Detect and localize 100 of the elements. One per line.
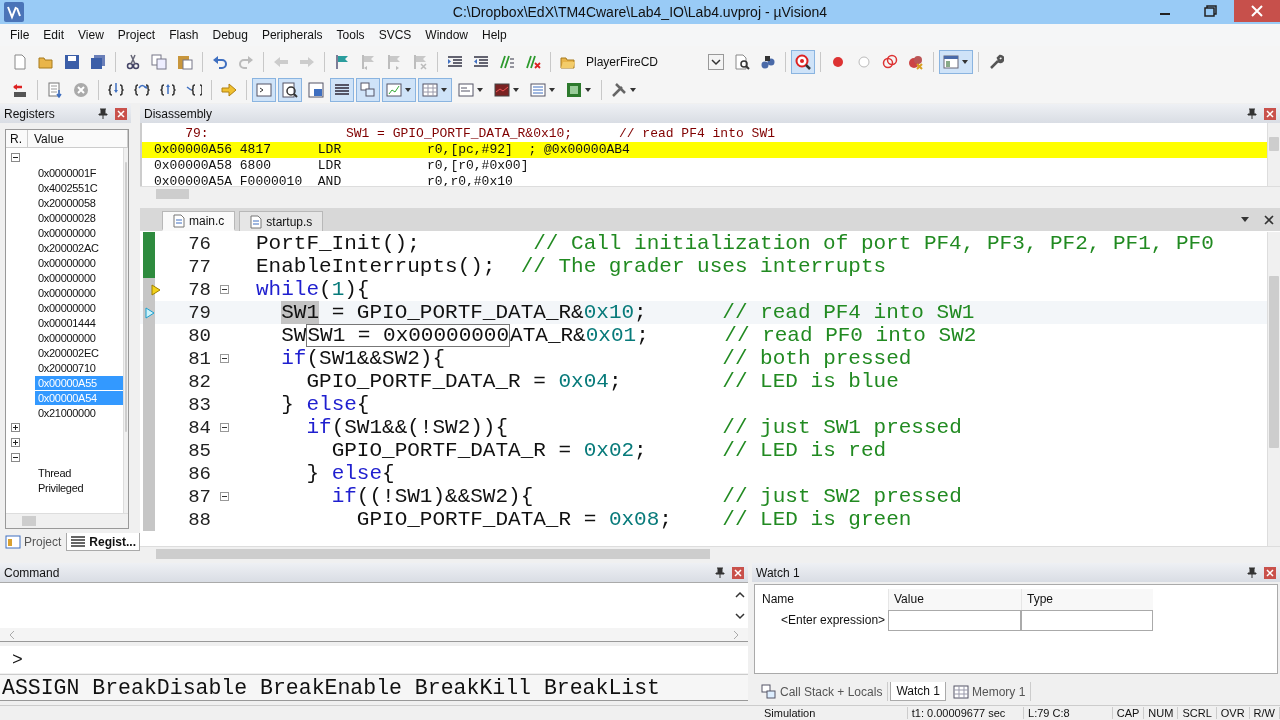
menu-item[interactable]: Peripherals: [254, 26, 330, 44]
column-header[interactable]: Value: [888, 589, 1021, 610]
file-tab[interactable]: main.c: [162, 211, 236, 231]
line-number: 88: [187, 508, 211, 531]
close-icon[interactable]: [1264, 107, 1276, 120]
close-icon[interactable]: [115, 107, 127, 120]
status-text: Simulation: [750, 707, 908, 719]
register-value[interactable]: 0x00000000: [35, 330, 99, 345]
memory-icon[interactable]: [952, 683, 969, 700]
close-icon[interactable]: [1264, 214, 1274, 225]
tooltip: SW1 = 0x00000000: [306, 324, 511, 347]
panel-tab[interactable]: Regist...: [66, 533, 141, 551]
registers-icon[interactable]: [70, 533, 87, 550]
menu-item[interactable]: Help: [475, 26, 514, 44]
project-icon[interactable]: [5, 534, 21, 550]
call-stack-icon[interactable]: [761, 683, 777, 700]
panel-tab[interactable]: Project: [2, 533, 65, 551]
menu-item[interactable]: File: [3, 26, 37, 44]
file-tab[interactable]: startup.s: [239, 211, 324, 231]
caret-icon[interactable]: [629, 85, 637, 94]
register-value[interactable]: Thread: [35, 465, 75, 480]
status-text: NUM: [1144, 707, 1179, 719]
caret-icon[interactable]: [404, 85, 412, 94]
caret-icon[interactable]: [548, 85, 556, 94]
line-number: 79:: [184, 126, 210, 142]
column-header[interactable]: Value: [28, 130, 128, 147]
caret-icon[interactable]: [476, 85, 484, 94]
register-value[interactable]: 0x00000000: [35, 255, 99, 270]
opcode: 4817: [239, 142, 273, 158]
address: 0x00000A5A: [154, 174, 233, 190]
value-field[interactable]: [888, 610, 1021, 631]
status-text: OVR: [1216, 707, 1250, 719]
menu-item[interactable]: View: [71, 26, 111, 44]
file-icon[interactable]: [250, 214, 263, 229]
register-value[interactable]: Privileged: [35, 480, 87, 495]
caret-icon[interactable]: [584, 85, 592, 94]
register-value[interactable]: 0x00000000: [35, 300, 99, 315]
caret-icon[interactable]: [961, 57, 969, 66]
register-value[interactable]: 0x200002EC: [35, 345, 102, 360]
menu-item[interactable]: Edit: [36, 26, 72, 44]
menu-item[interactable]: Debug: [205, 26, 255, 44]
collapse-icon[interactable]: [11, 153, 20, 162]
column-header[interactable]: R.: [6, 130, 28, 147]
column-header[interactable]: Type: [1021, 589, 1153, 610]
menu-item[interactable]: SVCS: [371, 26, 419, 44]
caret-icon[interactable]: [440, 85, 448, 94]
dropdown-icon[interactable]: [708, 53, 724, 70]
register-value[interactable]: 0x21000000: [35, 405, 99, 420]
dropdown-icon[interactable]: [1240, 215, 1250, 224]
expand-icon[interactable]: [11, 438, 20, 447]
scroll-down-icon[interactable]: [735, 612, 745, 620]
caret-icon[interactable]: [512, 85, 520, 94]
register-value[interactable]: 0x20000710: [35, 360, 99, 375]
register-value[interactable]: 0x00000000: [35, 270, 99, 285]
app-logo-icon: [4, 2, 24, 22]
watch-entry[interactable]: <Enter expression>: [755, 610, 888, 631]
register-value[interactable]: 0x20000058: [35, 195, 99, 210]
close-icon[interactable]: [1234, 0, 1280, 22]
menu-item[interactable]: Flash: [162, 26, 206, 44]
pin-icon[interactable]: [714, 566, 726, 579]
file-icon[interactable]: [173, 213, 185, 228]
menu-item[interactable]: Window: [418, 26, 475, 44]
pin-icon[interactable]: [1246, 566, 1258, 579]
panel-tab[interactable]: Call Stack + Locals: [756, 682, 889, 701]
expand-icon[interactable]: [11, 423, 20, 432]
mnemonic: AND: [317, 174, 343, 190]
panel-title: Watch 1: [756, 565, 801, 580]
code-line: SW1 = GPIO_PORTF_DATA_R&0x10; // read PF4 into SW1: [280, 301, 975, 324]
register-value[interactable]: 0x00000000: [35, 285, 99, 300]
command-input[interactable]: >: [0, 646, 748, 673]
column-header[interactable]: Name: [755, 589, 888, 610]
scroll-up-icon[interactable]: [735, 591, 745, 599]
menu-item[interactable]: Tools: [329, 26, 372, 44]
mnemonic: LDR: [317, 158, 343, 174]
collapse-icon[interactable]: [220, 492, 229, 501]
target-select[interactable]: PlayerFireCD: [582, 50, 724, 73]
register-value[interactable]: 0x4002551C: [35, 180, 101, 195]
operands: r0,[pc,#92]: [427, 142, 514, 158]
register-value[interactable]: 0x200002AC: [35, 240, 102, 255]
collapse-icon[interactable]: [220, 285, 229, 294]
register-value[interactable]: 0x00001444: [35, 315, 99, 330]
panel-title: Command: [4, 565, 61, 580]
code-line: GPIO_PORTF_DATA_R = 0x04; // LED is blue: [305, 370, 899, 393]
pin-icon[interactable]: [1246, 107, 1258, 120]
toolbar-button[interactable]: [939, 49, 973, 74]
pin-icon[interactable]: [97, 107, 109, 120]
close-icon[interactable]: [732, 566, 744, 579]
window-layout-icon[interactable]: [943, 53, 959, 70]
panel-tab[interactable]: Memory 1: [947, 682, 1032, 701]
register-value[interactable]: 0x00000000: [35, 225, 99, 240]
collapse-icon[interactable]: [220, 354, 229, 363]
menu-item[interactable]: Project: [110, 26, 163, 44]
panel-tab[interactable]: Watch 1: [890, 682, 946, 701]
status-text: R/W: [1249, 707, 1280, 719]
register-value[interactable]: 0x0000001F: [35, 165, 100, 180]
collapse-icon[interactable]: [11, 453, 20, 462]
close-icon[interactable]: [1264, 566, 1276, 579]
type-field[interactable]: [1021, 610, 1153, 631]
register-value[interactable]: 0x00000028: [35, 210, 99, 225]
collapse-icon[interactable]: [220, 423, 229, 432]
